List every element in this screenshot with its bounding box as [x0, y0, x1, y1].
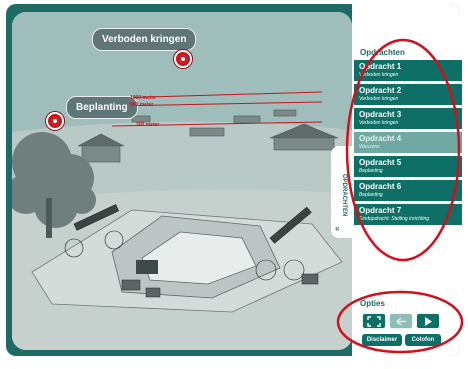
fullscreen-button[interactable]: [362, 313, 386, 329]
task-subtitle: Verboden kringen: [359, 96, 399, 102]
task-title: Opdracht 3: [359, 110, 402, 119]
task-title: Opdracht 5: [359, 158, 402, 167]
scene-illustration: Verboden kringen Beplanting 1000 meter 6…: [12, 12, 352, 350]
distance-label-1000: 1000 meter: [130, 95, 157, 101]
task-subtitle: Eindopdracht: Stelling inrichting: [359, 216, 430, 222]
task-title: Opdracht 2: [359, 86, 402, 95]
collapse-arrow-icon[interactable]: «: [335, 224, 339, 233]
task-item-6[interactable]: Opdracht 6 Beplanting: [354, 180, 462, 202]
task-item-3[interactable]: Opdracht 3 Verboden kringen: [354, 108, 462, 130]
task-title: Opdracht 6: [359, 182, 402, 191]
task-item-1[interactable]: Opdracht 1 Verboden kringen: [354, 60, 462, 82]
distance-label-600: 600 meter: [130, 102, 154, 108]
target-icon[interactable]: [174, 50, 192, 68]
task-title: Opdracht 4: [359, 134, 402, 143]
task-item-2[interactable]: Opdracht 2 Verboden kringen: [354, 84, 462, 106]
task-title: Opdracht 7: [359, 206, 402, 215]
task-subtitle: Beplanting: [359, 168, 383, 174]
assignments-title: Opdrachten: [360, 48, 405, 57]
target-icon[interactable]: [46, 112, 64, 130]
task-subtitle: Wanzens: [359, 144, 380, 150]
callout-verboden-kringen[interactable]: Verboden kringen: [92, 28, 197, 51]
back-button[interactable]: [389, 313, 413, 329]
task-subtitle: Beplanting: [359, 192, 383, 198]
options-title: Opties: [360, 299, 385, 308]
play-button[interactable]: [416, 313, 440, 329]
task-item-7[interactable]: Opdracht 7 Eindopdracht: Stelling inrich…: [354, 204, 462, 226]
distance-label-300: 300 meter: [136, 122, 160, 128]
task-subtitle: Verboden kringen: [359, 72, 399, 78]
disclaimer-button[interactable]: Disclaimer: [362, 334, 402, 346]
task-item-5[interactable]: Opdracht 5 Beplanting: [354, 156, 462, 178]
task-item-4: Opdracht 4 Wanzens: [354, 132, 462, 154]
assignments-tab-label: OPDRACHTEN: [341, 173, 347, 217]
back-arrow-icon: [395, 317, 406, 326]
callout-beplanting[interactable]: Beplanting: [66, 96, 138, 119]
task-title: Opdracht 1: [359, 62, 402, 71]
colofon-button[interactable]: Colofon: [405, 334, 441, 346]
fullscreen-icon: [367, 316, 381, 327]
task-subtitle: Verboden kringen: [359, 120, 399, 126]
play-icon: [425, 317, 432, 326]
